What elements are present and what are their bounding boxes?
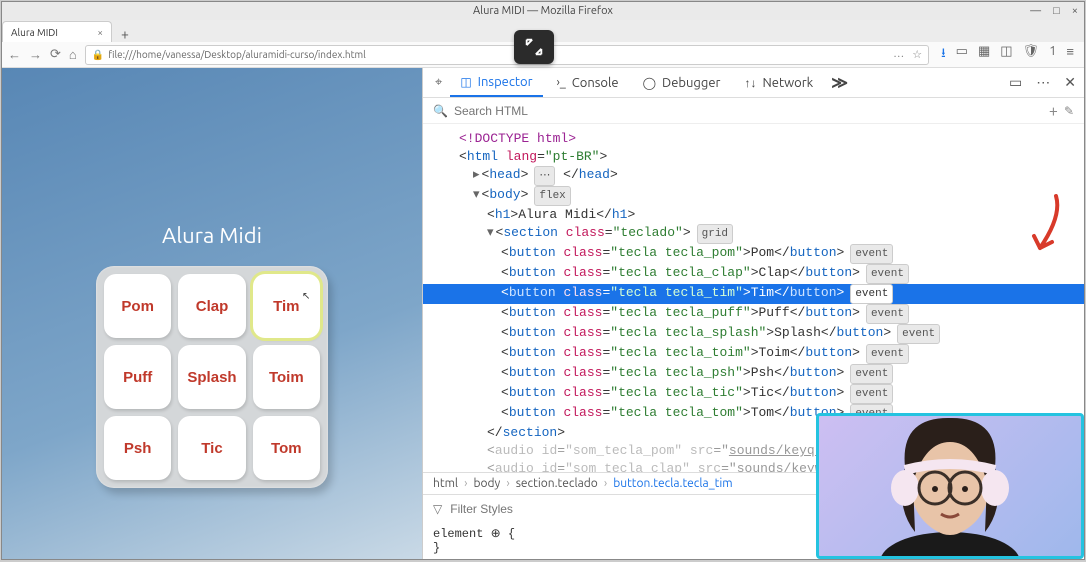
search-icon: 🔍	[433, 104, 448, 118]
close-window-button[interactable]: ×	[1072, 5, 1078, 17]
tab-inspector-label: Inspector	[478, 75, 533, 89]
library-icon[interactable]: ▭	[956, 44, 968, 66]
hamburger-icon[interactable]: ≡	[1066, 44, 1074, 66]
dom-h1[interactable]: <h1>Alura Midi</h1>	[433, 206, 1084, 224]
dom-section[interactable]: ▾<section class="teclado">grid	[433, 224, 1084, 244]
reload-button[interactable]: ⟳	[50, 47, 61, 62]
crumb-section[interactable]: section.teclado	[516, 477, 598, 490]
tab-console-label: Console	[572, 76, 619, 90]
tecla-psh[interactable]: Psh	[104, 416, 171, 480]
devtools-close-icon[interactable]: ✕	[1064, 74, 1076, 91]
network-icon: ↑↓	[744, 76, 756, 90]
sidebar-icon[interactable]: ▦	[978, 44, 990, 66]
dom-button-row[interactable]: <button class="tecla tecla_splash">Splas…	[433, 324, 1084, 344]
url-more-icon[interactable]: …	[893, 48, 904, 61]
tecla-pom[interactable]: Pom	[104, 274, 171, 338]
lock-icon: 🔒	[92, 49, 104, 61]
element-picker-icon[interactable]: ⌖	[431, 75, 446, 90]
devtools-menu-icon[interactable]: ⋯	[1036, 74, 1050, 91]
screenshot-icon[interactable]: ◫	[1000, 44, 1012, 66]
dom-button-row[interactable]: <button class="tecla tecla_psh">Psh</but…	[433, 364, 1084, 384]
tecla-clap[interactable]: Clap	[178, 274, 245, 338]
tecla-tom[interactable]: Tom	[253, 416, 320, 480]
tab-close-icon[interactable]: ×	[97, 27, 103, 38]
search-html-input[interactable]	[454, 104, 1043, 118]
os-titlebar: Alura MIDI — Mozilla Firefox — □ ×	[2, 2, 1084, 20]
tab-network-label: Network	[762, 76, 813, 90]
tab-inspector[interactable]: ◫ Inspector	[450, 68, 542, 97]
tab-network[interactable]: ↑↓ Network	[734, 68, 823, 97]
tab-debugger[interactable]: ◯ Debugger	[633, 68, 731, 97]
inspector-icon: ◫	[460, 75, 471, 89]
notification-badge[interactable]: 1	[1049, 44, 1056, 66]
back-button[interactable]: ←	[8, 47, 21, 62]
tecla-splash[interactable]: Splash	[178, 345, 245, 409]
annotation-arrow	[1026, 194, 1066, 262]
minimize-button[interactable]: —	[1030, 5, 1041, 17]
tabs-overflow-icon[interactable]: ≫	[831, 73, 848, 92]
tab-title: Alura MIDI	[11, 27, 58, 38]
dom-search-row: 🔍 + ✎	[423, 98, 1084, 124]
crumb-body[interactable]: body	[473, 477, 500, 490]
url-text: file:///home/vanessa/Desktop/aluramidi-c…	[108, 49, 366, 60]
eyedropper-icon[interactable]: ✎	[1064, 104, 1074, 118]
tab-debugger-label: Debugger	[662, 76, 720, 90]
page-title: Alura Midi	[162, 223, 262, 248]
new-tab-button[interactable]: +	[112, 26, 138, 42]
maximize-button[interactable]: □	[1053, 5, 1060, 17]
dom-html[interactable]: <html lang="pt-BR">	[433, 148, 1084, 166]
filter-icon: ▽	[433, 502, 442, 516]
cursor-icon: ↖	[302, 290, 310, 302]
bookmark-star-icon[interactable]: ☆	[912, 48, 922, 61]
dom-button-row[interactable]: <button class="tecla tecla_tim">Tim</but…	[423, 284, 1084, 304]
home-button[interactable]: ⌂	[69, 47, 77, 62]
console-icon: ›_	[557, 76, 566, 89]
dom-button-row[interactable]: <button class="tecla tecla_clap">Clap</b…	[433, 264, 1084, 284]
responsive-overlay-icon[interactable]	[514, 30, 554, 64]
add-node-icon[interactable]: +	[1049, 102, 1058, 120]
page-viewport: Alura Midi ↖ Pom Clap Tim Puff Splash To…	[2, 68, 422, 559]
tecla-toim[interactable]: Toim	[253, 345, 320, 409]
forward-button[interactable]: →	[29, 47, 42, 62]
tab-console[interactable]: ›_ Console	[547, 68, 629, 97]
devtools-tabs: ⌖ ◫ Inspector ›_ Console ◯ Debugger ↑↓ N…	[423, 68, 1084, 98]
dom-button-row[interactable]: <button class="tecla tecla_toim">Toim</b…	[433, 344, 1084, 364]
dom-doctype[interactable]: <!DOCTYPE html>	[459, 131, 576, 146]
downloads-icon[interactable]: ⭳	[941, 44, 946, 66]
responsive-mode-icon[interactable]: ▭	[1009, 74, 1022, 91]
dom-body[interactable]: ▾<body>flex	[433, 186, 1084, 206]
webcam-overlay	[816, 413, 1084, 559]
browser-tab-active[interactable]: Alura MIDI ×	[2, 21, 112, 42]
tecla-tic[interactable]: Tic	[178, 416, 245, 480]
url-bar[interactable]: 🔒 file:///home/vanessa/Desktop/aluramidi…	[85, 45, 929, 65]
dom-head[interactable]: ▸<head>⋯ </head>	[433, 166, 1084, 186]
dom-button-row[interactable]: <button class="tecla tecla_puff">Puff</b…	[433, 304, 1084, 324]
shield-icon[interactable]: 🛡	[1023, 44, 1040, 66]
window-title: Alura MIDI — Mozilla Firefox	[473, 5, 613, 17]
tecla-tim[interactable]: Tim	[253, 274, 320, 338]
crumb-html[interactable]: html	[433, 477, 458, 490]
dom-button-row[interactable]: <button class="tecla tecla_pom">Pom</but…	[433, 244, 1084, 264]
debugger-icon: ◯	[643, 76, 656, 90]
tecla-puff[interactable]: Puff	[104, 345, 171, 409]
dom-button-row[interactable]: <button class="tecla tecla_tic">Tic</but…	[433, 384, 1084, 404]
midi-keyboard: Pom Clap Tim Puff Splash Toim Psh Tic To…	[96, 266, 328, 488]
crumb-button[interactable]: button.tecla.tecla_tim	[613, 477, 732, 490]
